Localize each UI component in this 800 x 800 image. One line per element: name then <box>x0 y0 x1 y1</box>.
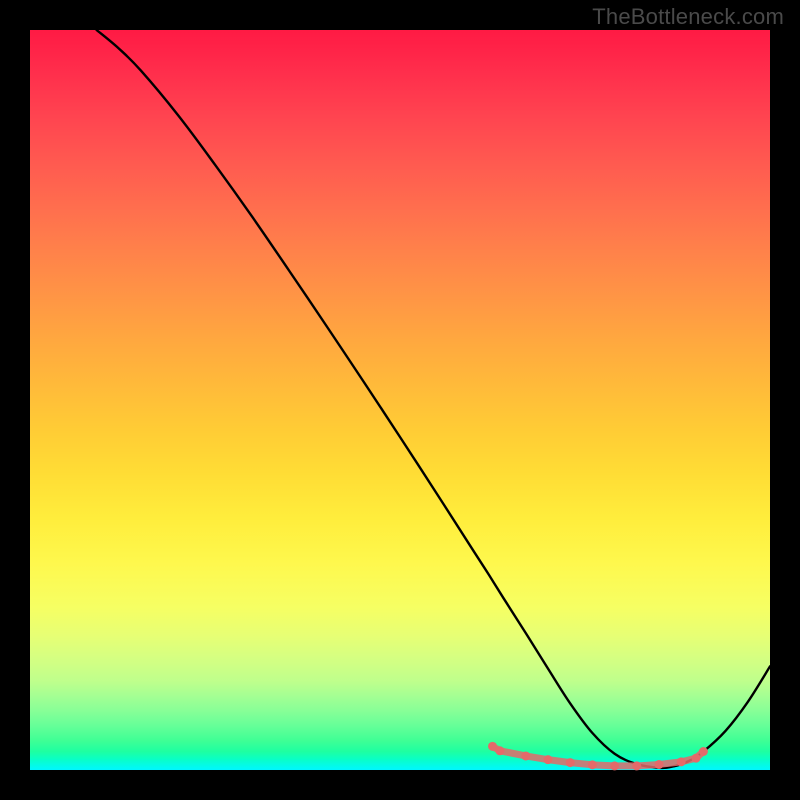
curve-svg <box>30 30 770 770</box>
gradient-plot-area <box>30 30 770 770</box>
bottleneck-curve <box>97 30 770 768</box>
chart-frame: TheBottleneck.com <box>0 0 800 800</box>
watermark-text: TheBottleneck.com <box>592 4 784 30</box>
floor-marker <box>699 747 708 756</box>
